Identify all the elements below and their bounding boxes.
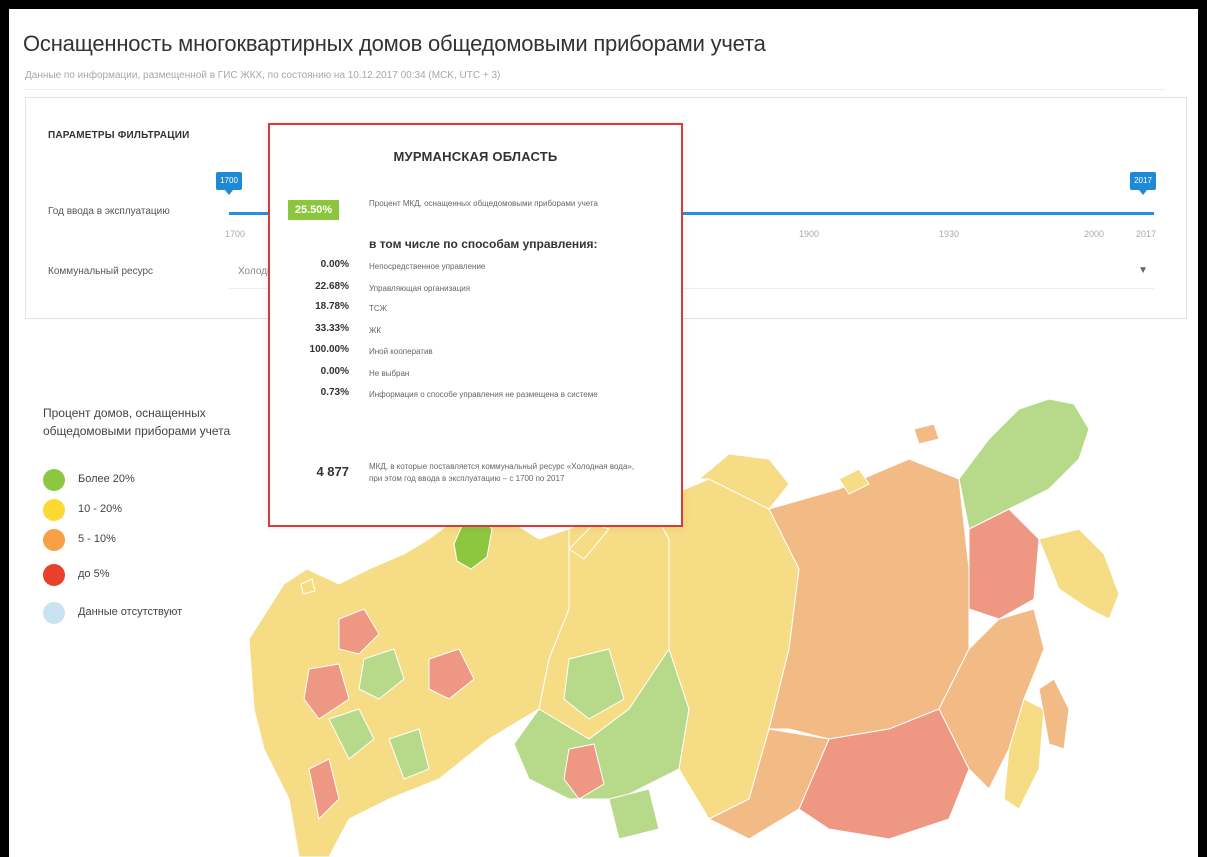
management-row-value: 100.00% [309, 344, 349, 355]
management-row-label: Управляющая организация [369, 284, 471, 293]
management-row: 0.00% Непосредственное управление [270, 259, 681, 275]
legend-label: до 5% [78, 568, 110, 580]
management-row-label: Непосредственное управление [369, 262, 486, 271]
map-island-new-siberian [913, 423, 940, 445]
building-count-description: МКД, в которые поставляется коммунальный… [369, 462, 635, 483]
management-row-value: 0.00% [320, 259, 349, 270]
region-tooltip: МУРМАНСКАЯ ОБЛАСТЬ 25.50% Процент МКД, о… [268, 123, 683, 527]
map-region-west[interactable] [248, 513, 570, 857]
management-row: 0.00% Не выбран [270, 366, 681, 382]
management-row-value: 18.78% [315, 301, 349, 312]
management-row: 100.00% Иной кооператив [270, 344, 681, 360]
management-row-label: Информация о способе управления не разме… [369, 390, 598, 399]
legend-swatch [43, 602, 65, 624]
tooltip-region-name: МУРМАНСКАЯ ОБЛАСТЬ [393, 149, 558, 164]
percent-description: Процент МКД, оснащенных общедомовыми при… [369, 199, 598, 208]
map-region-chukotka[interactable] [958, 398, 1090, 530]
map-region-kamchatka[interactable] [1038, 528, 1120, 620]
management-subheading: в том числе по способам управления: [369, 237, 598, 251]
legend-title: Процент домов, оснащенных общедомовыми п… [43, 406, 231, 438]
map-region-yakutia[interactable] [768, 458, 970, 740]
legend-swatch [43, 529, 65, 551]
page: Оснащенность многоквартирных домов общед… [9, 9, 1198, 857]
management-row-label: Иной кооператив [369, 347, 433, 356]
management-row-value: 0.00% [320, 366, 349, 377]
legend-label: 10 - 20% [78, 503, 123, 515]
legend-swatch [43, 499, 65, 521]
map-region-sakhalin[interactable] [1038, 678, 1070, 750]
management-row-value: 33.33% [315, 323, 349, 334]
legend-label: Данные отсутствуют [78, 606, 183, 618]
management-row-value: 0.73% [320, 387, 349, 398]
management-row: 0.73% Информация о способе управления не… [270, 387, 681, 403]
building-count: 4 877 [316, 464, 349, 479]
management-row-value: 22.68% [315, 281, 349, 292]
management-row-label: Не выбран [369, 369, 410, 378]
percent-badge: 25.50% [288, 200, 339, 220]
map-region-magadan[interactable] [968, 508, 1040, 620]
management-row-label: ЖК [369, 326, 382, 335]
management-row-label: ТСЖ [369, 304, 388, 313]
legend-label: 5 - 10% [78, 533, 116, 545]
legend-label: Более 20% [78, 473, 135, 485]
legend-swatch [43, 564, 65, 586]
management-row: 33.33% ЖК [270, 323, 681, 339]
legend-swatch [43, 469, 65, 491]
management-row: 18.78% ТСЖ [270, 301, 681, 317]
management-row: 22.68% Управляющая организация [270, 281, 681, 297]
